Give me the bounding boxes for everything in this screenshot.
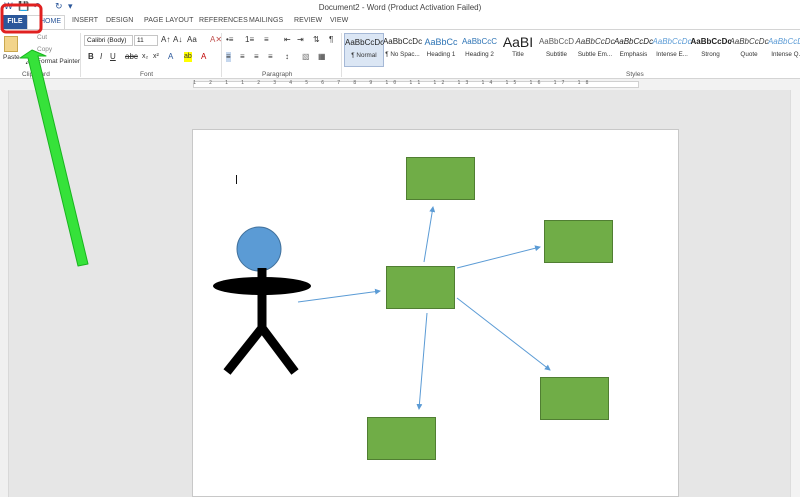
arrow-person-to-center — [297, 288, 381, 303]
file-highlight-rectangle — [0, 3, 43, 34]
arrow-center-to-right-bottom — [456, 297, 551, 371]
diagram-overlay — [0, 3, 551, 410]
stick-figure-right-leg — [258, 325, 299, 375]
stick-figure-left-leg — [223, 325, 266, 375]
arrow-center-to-bottom — [416, 312, 428, 410]
stick-figure-head — [236, 226, 282, 272]
stick-figure[interactable] — [213, 226, 311, 375]
arrow-center-to-top — [423, 206, 436, 263]
green-pointer-arrow — [19, 49, 89, 267]
arrow-center-to-right-top — [456, 245, 541, 269]
